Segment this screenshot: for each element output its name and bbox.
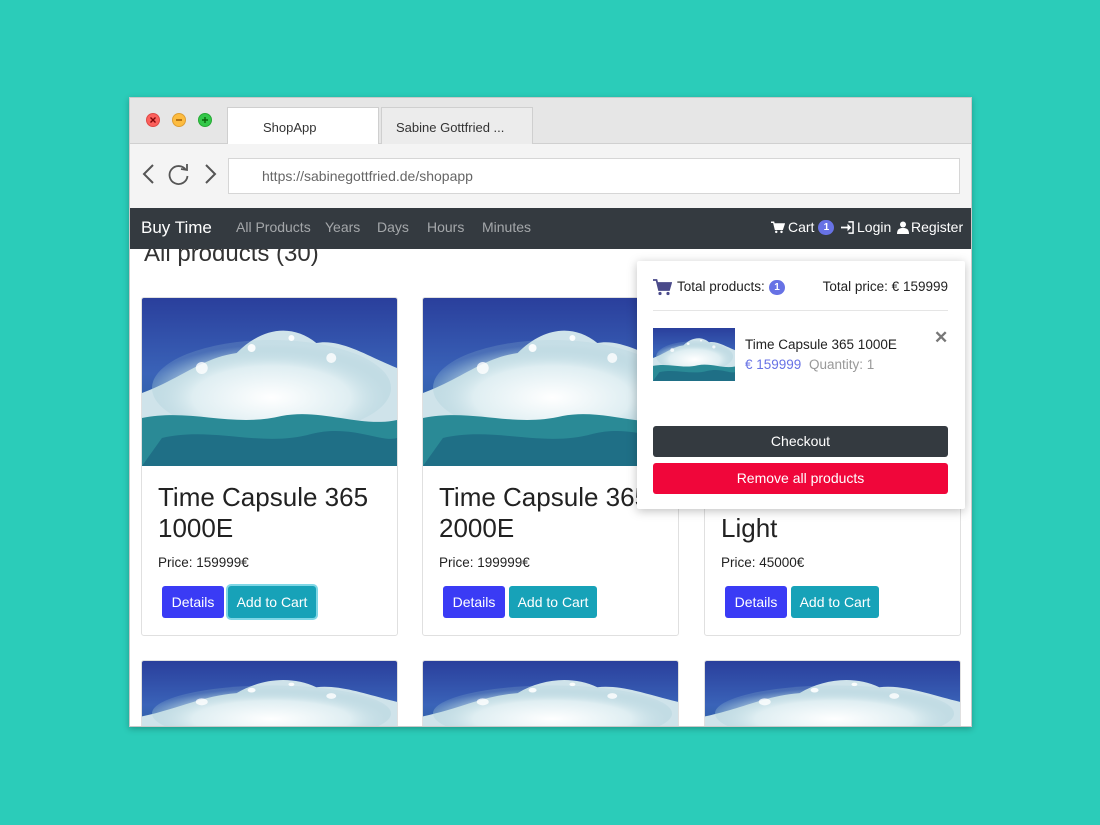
url-field[interactable]: https://sabinegottfried.de/shopapp (228, 158, 960, 194)
details-button[interactable]: Details (443, 586, 505, 618)
reload-icon[interactable] (167, 162, 191, 186)
cart-item-price: € 159999 (745, 357, 802, 372)
nav-all-products[interactable]: All Products (236, 219, 311, 235)
back-icon[interactable] (138, 162, 162, 186)
cart-icon (771, 221, 785, 233)
maximize-window-icon[interactable] (198, 113, 212, 127)
cart-item-image (653, 328, 735, 381)
product-title: Time Capsule 365 1000E (158, 482, 369, 543)
details-button[interactable]: Details (725, 586, 787, 618)
user-icon (897, 221, 909, 234)
login-label: Login (857, 219, 892, 235)
total-price: Total price: € 159999 (822, 279, 948, 294)
total-products-label: Total products: (677, 279, 765, 294)
add-to-cart-button[interactable]: Add to Cart (509, 586, 597, 618)
page-title: All products (30) (144, 249, 319, 267)
tab-shopapp[interactable]: ShopApp (227, 107, 379, 145)
register-label: Register (911, 219, 964, 235)
product-image[interactable] (142, 661, 397, 727)
product-price: Price: 199999€ (439, 555, 530, 570)
checkout-button[interactable]: Checkout (653, 426, 948, 457)
nav-minutes[interactable]: Minutes (482, 219, 531, 235)
forward-icon[interactable] (197, 162, 221, 186)
product-price: Price: 45000€ (721, 555, 805, 570)
address-bar-area: https://sabinegottfried.de/shopapp (130, 144, 971, 208)
site-navbar: Buy Time All Products Years Days Hours M… (130, 208, 971, 249)
product-title: Light (721, 513, 778, 543)
minimize-window-icon[interactable] (172, 113, 186, 127)
product-card: Time Capsule 365 1000E Price: 159999€ De… (141, 297, 398, 636)
browser-window: ShopApp Sabine Gottfried ... https://sab… (129, 97, 972, 727)
product-image[interactable] (423, 661, 678, 727)
nav-days[interactable]: Days (377, 219, 409, 235)
remove-item-icon[interactable]: ✕ (934, 328, 948, 348)
cart-item-name: Time Capsule 365 1000E (745, 337, 897, 352)
product-title: Time Capsule 365 2000E (439, 482, 650, 543)
product-image[interactable] (142, 298, 397, 466)
product-price: Price: 159999€ (158, 555, 249, 570)
product-card (422, 660, 679, 727)
nav-register[interactable]: Register (897, 219, 963, 235)
nav-hours[interactable]: Hours (427, 219, 464, 235)
total-products-badge: 1 (769, 280, 785, 295)
nav-years[interactable]: Years (325, 219, 360, 235)
tab-sabine-gottfried[interactable]: Sabine Gottfried ... (381, 107, 533, 144)
cart-label: Cart (788, 219, 815, 235)
nav-login[interactable]: Login (841, 219, 891, 235)
nav-cart[interactable]: Cart 1 (771, 219, 835, 235)
tab-label: Sabine Gottfried ... (396, 120, 505, 135)
tab-label: ShopApp (263, 120, 317, 135)
cart-icon (653, 279, 672, 296)
add-to-cart-button[interactable]: Add to Cart (228, 586, 316, 618)
remove-all-button[interactable]: Remove all products (653, 463, 948, 494)
cart-count-badge: 1 (818, 219, 835, 235)
product-image[interactable] (705, 661, 960, 727)
add-to-cart-button[interactable]: Add to Cart (791, 586, 879, 618)
product-card (141, 660, 398, 727)
cart-summary-header: Total products: 1 Total price: € 159999 (653, 279, 948, 311)
details-button[interactable]: Details (162, 586, 224, 618)
cart-item-quantity: Quantity: 1 (809, 357, 875, 372)
cart-dropdown: Total products: 1 Total price: € 159999 … (637, 261, 965, 509)
product-card (704, 660, 961, 727)
brand-link[interactable]: Buy Time (141, 218, 212, 238)
close-window-icon[interactable] (146, 113, 160, 127)
tab-bar: ShopApp Sabine Gottfried ... (130, 98, 971, 145)
sign-in-icon (841, 220, 854, 234)
